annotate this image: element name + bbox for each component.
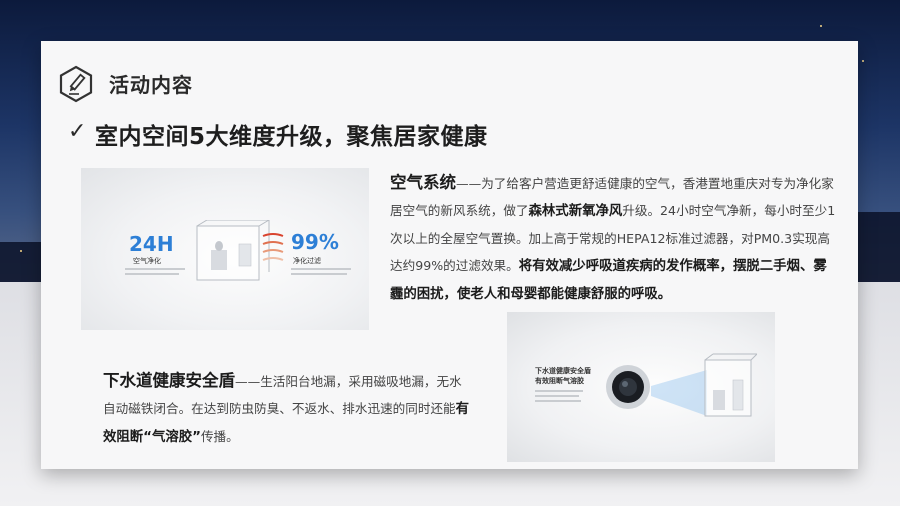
check-icon: ✓ [68,119,87,144]
drain-shield-paragraph: 下水道健康安全盾——生活阳台地漏，采用磁吸地漏，无水自动磁铁闭合。在达到防虫防臭… [103,367,473,451]
drain-lens-icon [606,365,650,409]
air-system-heading: 空气系统 [390,173,456,192]
page-subtitle: 室内空间5大维度升级，聚焦居家健康 [95,124,488,150]
image2-title-line1: 下水道健康安全盾 [535,367,591,375]
air-system-image: 24H 空气净化 99% 净化过滤 [81,168,369,330]
image1-big-left: 24H [129,232,174,256]
pencil-hexagon-icon [59,65,93,103]
image2-title-line2: 有效阻断气溶胶 [535,377,584,385]
image1-label-right: 净化过滤 [293,257,321,265]
drain-shield-heading: 下水道健康安全盾 [103,371,235,390]
section-title: 活动内容 [109,73,193,97]
content-card: 活动内容 ✓ 室内空间5大维度升级，聚焦居家健康 24H 空气净化 99% 净化… [41,41,858,469]
drain-shield-text-2: 传播。 [200,429,239,444]
air-system-highlight-1: 森林式新氧净风 [528,204,623,219]
room-beam-icon [651,353,757,417]
drain-shield-image: 下水道健康安全盾 有效阻断气溶胶 [507,312,775,462]
air-system-paragraph: 空气系统——为了给客户营造更舒适健康的空气，香港置地重庆对专为净化家居空气的新风… [390,169,838,308]
image1-big-right: 99% [291,230,339,254]
airflow-arrows-icon [262,233,284,261]
image1-label-left: 空气净化 [133,257,161,265]
